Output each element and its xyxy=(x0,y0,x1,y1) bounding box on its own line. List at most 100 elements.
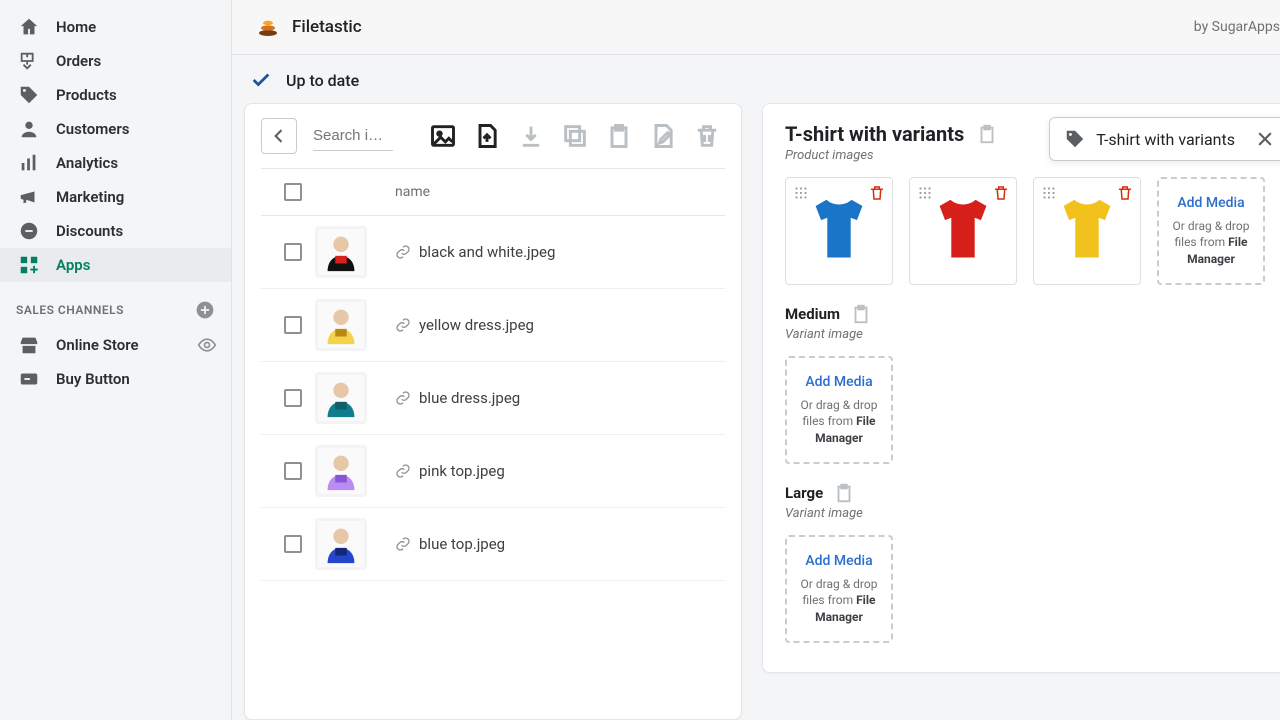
link-icon xyxy=(395,536,411,552)
sidebar-item-apps[interactable]: Apps xyxy=(0,248,231,282)
sidebar-item-online-store[interactable]: Online Store xyxy=(0,328,231,362)
delete-icon[interactable] xyxy=(868,184,886,202)
add-media-link[interactable]: Add Media xyxy=(1177,194,1244,214)
file-thumbnail xyxy=(315,518,367,570)
clipboard-icon[interactable] xyxy=(833,482,855,504)
person-icon xyxy=(18,118,40,140)
sidebar: Home Orders Products Customers Analytics… xyxy=(0,0,232,720)
link-icon xyxy=(395,390,411,406)
close-icon[interactable] xyxy=(1255,129,1275,149)
file-manager-panel: name black and white.jpeg yellow dress.j… xyxy=(244,103,742,720)
product-image-card[interactable] xyxy=(1033,177,1141,285)
app-byline: by SugarApps xyxy=(1194,19,1280,35)
table-row[interactable]: blue top.jpeg xyxy=(261,508,725,581)
file-table-body: black and white.jpeg yellow dress.jpeg b… xyxy=(261,216,725,581)
add-media-dropzone[interactable]: Add Media Or drag & dropfiles from File M… xyxy=(785,356,893,464)
status-row: Up to date xyxy=(232,55,1280,103)
clipboard-icon[interactable] xyxy=(976,123,998,145)
file-name: black and white.jpeg xyxy=(419,243,555,261)
add-media-link[interactable]: Add Media xyxy=(805,552,872,572)
search-input[interactable] xyxy=(313,121,393,151)
column-name: name xyxy=(395,184,430,200)
content: T-shirt with variants xyxy=(232,103,1280,720)
table-row[interactable]: blue dress.jpeg xyxy=(261,362,725,435)
sidebar-item-label: Discounts xyxy=(56,222,217,240)
sidebar-item-label: Customers xyxy=(56,120,217,138)
tag-icon xyxy=(18,84,40,106)
add-media-link[interactable]: Add Media xyxy=(805,373,872,393)
file-name: blue dress.jpeg xyxy=(419,389,520,407)
sidebar-item-home[interactable]: Home xyxy=(0,10,231,44)
sidebar-item-customers[interactable]: Customers xyxy=(0,112,231,146)
sidebar-item-label: Buy Button xyxy=(56,370,217,388)
tag-icon xyxy=(1064,128,1086,150)
file-manager-column: name black and white.jpeg yellow dress.j… xyxy=(244,103,742,720)
eye-icon[interactable] xyxy=(197,335,217,355)
sidebar-item-analytics[interactable]: Analytics xyxy=(0,146,231,180)
table-row[interactable]: pink top.jpeg xyxy=(261,435,725,508)
row-checkbox[interactable] xyxy=(284,462,302,480)
clipboard-icon[interactable] xyxy=(605,122,633,150)
drag-handle-icon[interactable] xyxy=(792,184,810,202)
file-thumbnail xyxy=(315,299,367,351)
file-thumbnail xyxy=(315,226,367,278)
table-row[interactable]: black and white.jpeg xyxy=(261,216,725,289)
row-checkbox[interactable] xyxy=(284,389,302,407)
store-icon xyxy=(18,334,40,356)
link-icon xyxy=(395,463,411,479)
row-checkbox[interactable] xyxy=(284,535,302,553)
drag-handle-icon[interactable] xyxy=(916,184,934,202)
copy-icon[interactable] xyxy=(561,122,589,150)
app-name: Filetastic xyxy=(292,17,362,37)
add-media-dropzone[interactable]: Add MediaOr drag & dropfiles from File M… xyxy=(1157,177,1265,285)
clipboard-icon[interactable] xyxy=(850,303,872,325)
variant-block: Large Variant image Add MediaOr drag & d… xyxy=(785,482,1265,643)
variant-name: Large xyxy=(785,484,823,502)
upload-file-icon[interactable] xyxy=(473,122,501,150)
back-button[interactable] xyxy=(261,118,297,154)
discount-icon xyxy=(18,220,40,242)
file-toolbar xyxy=(261,118,725,169)
variant-name: Medium xyxy=(785,305,840,323)
file-name: pink top.jpeg xyxy=(419,462,505,480)
edit-file-icon[interactable] xyxy=(649,122,677,150)
product-column: T-shirt with variants Product images Add… xyxy=(762,103,1280,720)
add-media-dropzone[interactable]: Add Media Or drag & dropfiles from File M… xyxy=(785,535,893,643)
row-checkbox[interactable] xyxy=(284,316,302,334)
status-text: Up to date xyxy=(286,71,359,90)
variant-block: Medium Variant image Add Media Or drag & … xyxy=(785,303,1265,464)
file-thumbnail xyxy=(315,445,367,497)
add-media-hint: Or drag & dropfiles from File Manager xyxy=(793,576,885,626)
delete-icon[interactable] xyxy=(992,184,1010,202)
selected-product-chip: T-shirt with variants xyxy=(1049,117,1280,161)
chip-label: T-shirt with variants xyxy=(1096,130,1235,149)
check-icon xyxy=(250,69,272,91)
link-icon xyxy=(395,317,411,333)
add-media-hint: Or drag & dropfiles from File Manager xyxy=(793,397,885,447)
sidebar-item-buy-button[interactable]: Buy Button xyxy=(0,362,231,396)
sidebar-item-orders[interactable]: Orders xyxy=(0,44,231,78)
sidebar-item-discounts[interactable]: Discounts xyxy=(0,214,231,248)
product-image-card[interactable] xyxy=(909,177,1017,285)
main: Filetastic by SugarApps Up to date T-shi… xyxy=(232,0,1280,720)
drag-handle-icon[interactable] xyxy=(1040,184,1058,202)
app-logo-icon xyxy=(256,15,280,39)
product-panel: T-shirt with variants Product images Add… xyxy=(762,103,1280,673)
select-all-checkbox[interactable] xyxy=(284,183,302,201)
orders-icon xyxy=(18,50,40,72)
row-checkbox[interactable] xyxy=(284,243,302,261)
apps-icon xyxy=(18,254,40,276)
download-icon[interactable] xyxy=(517,122,545,150)
sidebar-item-label: Online Store xyxy=(56,336,181,354)
add-channel-icon[interactable] xyxy=(195,300,215,320)
image-icon[interactable] xyxy=(429,122,457,150)
product-images-row: Add MediaOr drag & dropfiles from File M… xyxy=(785,177,1265,285)
delete-icon[interactable] xyxy=(1116,184,1134,202)
sidebar-item-label: Orders xyxy=(56,52,217,70)
sidebar-item-marketing[interactable]: Marketing xyxy=(0,180,231,214)
variant-subtitle: Variant image xyxy=(785,327,1265,342)
table-row[interactable]: yellow dress.jpeg xyxy=(261,289,725,362)
trash-icon[interactable] xyxy=(693,122,721,150)
sidebar-item-products[interactable]: Products xyxy=(0,78,231,112)
product-image-card[interactable] xyxy=(785,177,893,285)
